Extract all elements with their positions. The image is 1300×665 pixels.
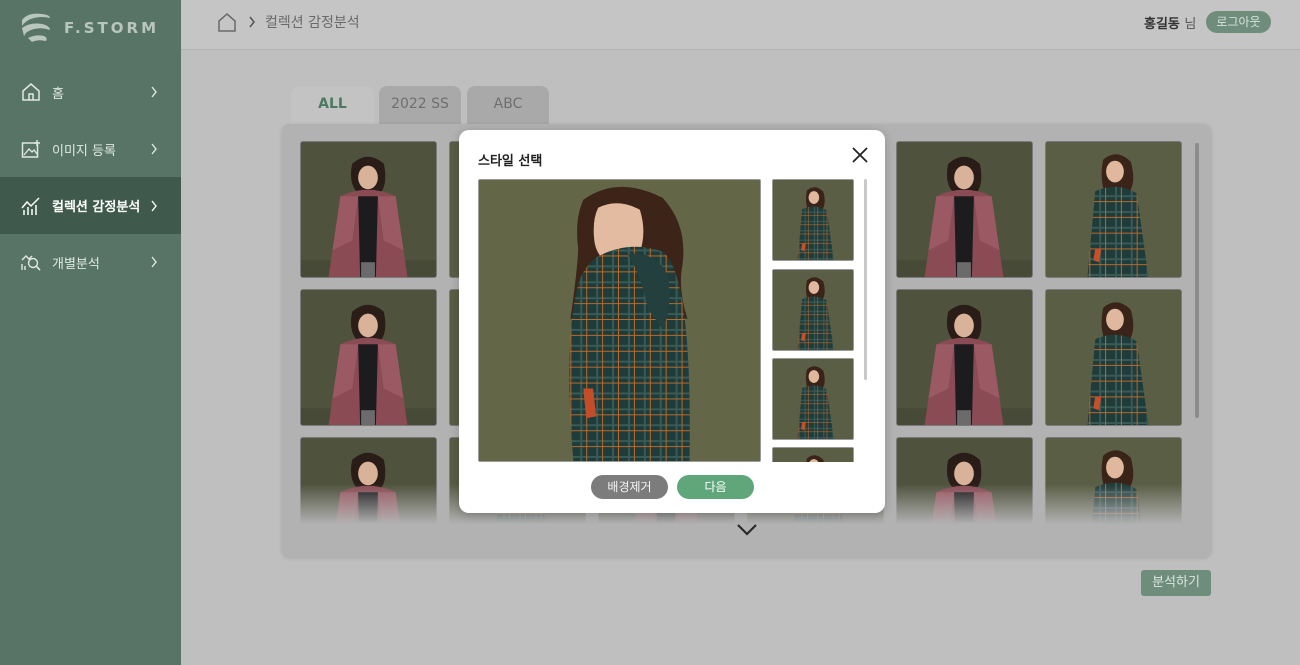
style-thumbnail[interactable] <box>772 179 854 261</box>
close-icon[interactable] <box>851 146 869 164</box>
gallery-image[interactable] <box>300 141 437 278</box>
sidebar-item-label: 이미지 등록 <box>52 143 116 159</box>
gallery-scrollbar[interactable] <box>1195 143 1199 418</box>
style-thumbnail-strip <box>772 179 856 462</box>
analyze-button[interactable]: 분석하기 <box>1141 570 1211 596</box>
logo-text: F.STORM <box>64 19 160 37</box>
sidebar: F.STORM 홈 이미지 등록 컬렉션 감정분석 개별분석 <box>0 0 181 665</box>
chevron-right-icon <box>151 86 157 98</box>
user-name: 홍길동 님 <box>1144 13 1196 32</box>
sidebar-item-image-register[interactable]: 이미지 등록 <box>0 121 181 178</box>
style-thumbnail[interactable] <box>772 358 854 440</box>
style-thumbnail[interactable] <box>772 269 854 351</box>
sidebar-item-label: 홈 <box>52 86 64 102</box>
fstorm-logo-icon <box>22 13 50 42</box>
analysis-search-icon <box>21 255 41 271</box>
home-icon[interactable] <box>218 12 236 32</box>
remove-background-button[interactable]: 배경제거 <box>591 475 668 499</box>
tab-all[interactable]: ALL <box>291 86 374 124</box>
chevron-right-icon <box>151 256 157 268</box>
topbar: 컬렉션 감정분석 홍길동 님 로그아웃 <box>181 0 1300 50</box>
thumbnail-scrollbar[interactable] <box>864 179 867 380</box>
sidebar-nav: 홈 이미지 등록 컬렉션 감정분석 개별분석 <box>0 64 181 291</box>
tab-abc[interactable]: ABC <box>467 86 549 124</box>
image-add-icon <box>21 140 40 158</box>
gallery-image[interactable] <box>1045 141 1182 278</box>
modal-title: 스타일 선택 <box>478 154 543 169</box>
next-button[interactable]: 다음 <box>677 475 754 499</box>
breadcrumb-current: 컬렉션 감정분석 <box>265 15 360 31</box>
user-name-suffix: 님 <box>1184 17 1197 32</box>
trend-chart-icon <box>21 197 40 215</box>
chevron-down-icon[interactable] <box>736 523 758 537</box>
sidebar-item-individual-analysis[interactable]: 개별분석 <box>0 234 181 291</box>
logo[interactable]: F.STORM <box>18 10 159 46</box>
style-thumbnail[interactable] <box>772 447 854 462</box>
style-preview-image <box>478 179 761 462</box>
tab-2022-ss[interactable]: 2022 SS <box>379 86 461 124</box>
gallery-image[interactable] <box>1045 289 1182 426</box>
gallery-image[interactable] <box>300 289 437 426</box>
sidebar-item-label: 개별분석 <box>52 256 100 272</box>
style-select-modal: 스타일 선택 배경제거 다음 <box>459 130 885 513</box>
logout-button[interactable]: 로그아웃 <box>1206 11 1271 33</box>
sidebar-item-label: 컬렉션 감정분석 <box>52 200 141 216</box>
gallery-image[interactable] <box>896 289 1033 426</box>
gallery-image[interactable] <box>896 141 1033 278</box>
chevron-right-icon <box>151 143 157 155</box>
chevron-right-icon <box>249 16 255 28</box>
user-name-text: 홍길동 <box>1144 17 1180 32</box>
sidebar-item-collection-analysis[interactable]: 컬렉션 감정분석 <box>0 177 181 235</box>
home-icon <box>22 83 40 102</box>
chevron-right-icon <box>151 200 157 212</box>
sidebar-item-home[interactable]: 홈 <box>0 64 181 121</box>
